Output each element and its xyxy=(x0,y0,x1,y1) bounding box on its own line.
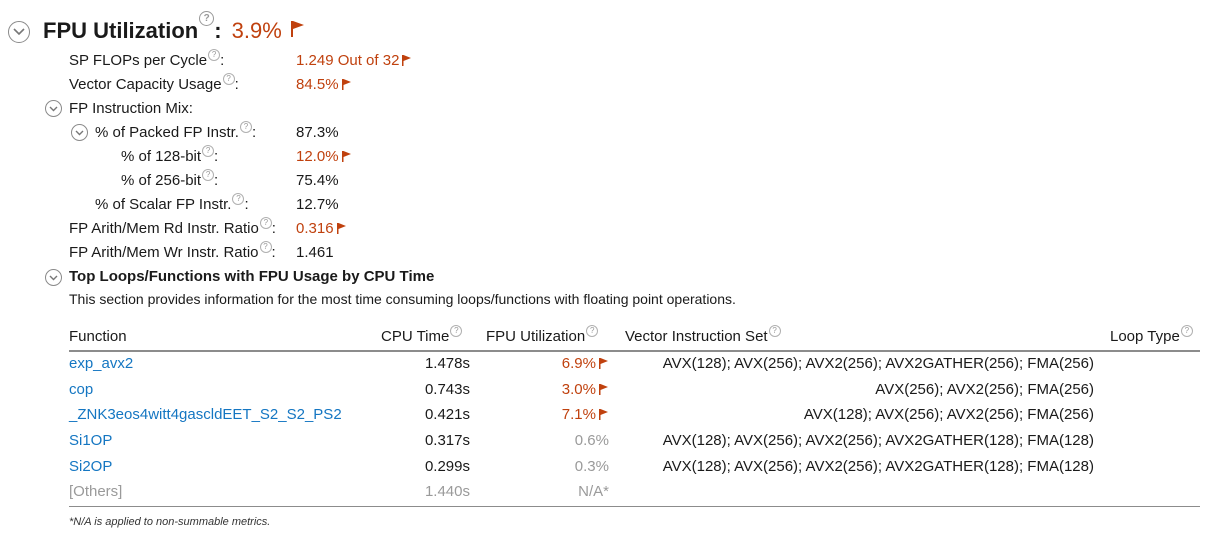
help-icon[interactable]: ? xyxy=(768,325,781,337)
flag-icon xyxy=(341,78,351,90)
cpu-time-cell: 0.421s xyxy=(424,406,470,423)
footer-divider xyxy=(69,506,1200,507)
cpu-time-cell: 0.299s xyxy=(424,458,470,475)
help-icon[interactable]: ? xyxy=(586,325,599,337)
col-header-vector-set[interactable]: Vector Instruction Set? xyxy=(625,325,781,347)
help-icon[interactable]: ? xyxy=(202,145,215,157)
ratio-rd-label: FP Arith/Mem Rd Instr. Ratio?: xyxy=(69,217,276,237)
fpu-utilization-value: 3.9% xyxy=(231,18,282,43)
flag-icon xyxy=(599,383,608,395)
function-link[interactable]: cop xyxy=(69,380,93,400)
chevron-up-icon xyxy=(49,275,58,280)
metric-sp-flops-label: SP FLOPs per Cycle?: xyxy=(69,49,225,69)
flag-icon xyxy=(599,408,608,420)
col-header-loop-type[interactable]: Loop Type? xyxy=(1110,325,1193,347)
ratio-wr-value: 1.461 xyxy=(296,244,334,261)
flag-icon xyxy=(336,222,346,234)
help-icon[interactable]: ? xyxy=(202,169,215,181)
cpu-time-cell: 0.743s xyxy=(424,381,470,398)
packed-fp-value: 87.3% xyxy=(296,124,339,141)
section-description: This section provides information for th… xyxy=(69,291,736,307)
collapse-packed-button[interactable] xyxy=(71,124,88,141)
cpu-time-cell: 0.317s xyxy=(424,432,470,449)
vector-set-cell: AVX(128); AVX(256); AVX2(256); AVX2GATHE… xyxy=(662,355,1094,372)
fpu-cell: 0.3% xyxy=(574,458,609,475)
chevron-up-icon xyxy=(49,106,58,111)
vector-set-cell: AVX(256); AVX2(256); FMA(256) xyxy=(875,381,1094,398)
col-header-cpu-time[interactable]: CPU Time? xyxy=(381,325,463,347)
function-link[interactable]: exp_avx2 xyxy=(69,354,133,374)
vector-set-cell: AVX(128); AVX(256); AVX2(256); FMA(256) xyxy=(803,406,1094,423)
others-label: [Others] xyxy=(69,483,123,500)
flag-icon xyxy=(599,357,608,369)
collapse-fp-mix-button[interactable] xyxy=(45,100,62,117)
fpu-cell: 3.0% xyxy=(562,380,608,400)
cpu-time-cell: 1.478s xyxy=(424,355,470,372)
help-icon[interactable]: ? xyxy=(259,241,272,253)
flag-icon xyxy=(290,21,304,38)
ratio-rd-value: 0.316 xyxy=(296,219,346,239)
chevron-up-icon xyxy=(13,28,25,36)
function-link[interactable]: _ZNK3eos4witt4gascldEET_S2_S2_PS2 xyxy=(69,405,342,425)
vector-set-cell: AVX(128); AVX(256); AVX2(256); AVX2GATHE… xyxy=(662,458,1094,475)
help-icon[interactable]: ? xyxy=(232,193,245,205)
ratio-wr-label: FP Arith/Mem Wr Instr. Ratio?: xyxy=(69,241,276,261)
bit128-label: % of 128-bit?: xyxy=(121,145,219,165)
scalar-fp-label: % of Scalar FP Instr.?: xyxy=(95,193,249,213)
help-icon[interactable]: ? xyxy=(259,217,272,229)
fpu-cell: 6.9% xyxy=(562,354,608,374)
page-title-colon: : xyxy=(214,18,222,43)
help-icon[interactable]: ? xyxy=(222,73,235,85)
packed-fp-label: % of Packed FP Instr.?: xyxy=(95,121,257,141)
metric-vector-capacity-label: Vector Capacity Usage?: xyxy=(69,73,239,93)
function-link[interactable]: Si1OP xyxy=(69,431,112,451)
fpu-cell: N/A* xyxy=(578,483,609,500)
help-icon[interactable]: ? xyxy=(199,11,215,26)
collapse-top-loops-button[interactable] xyxy=(45,269,62,286)
metric-vector-capacity-value: 84.5% xyxy=(296,75,351,95)
metric-sp-flops-value: 1.249 Out of 32 xyxy=(296,51,412,71)
vector-set-cell: AVX(128); AVX(256); AVX2(256); AVX2GATHE… xyxy=(662,432,1094,449)
bit128-value: 12.0% xyxy=(296,147,351,167)
help-icon[interactable]: ? xyxy=(208,49,221,61)
fpu-cell: 0.6% xyxy=(574,432,609,449)
flag-icon xyxy=(341,150,351,162)
function-link[interactable]: Si2OP xyxy=(69,457,112,477)
help-icon[interactable]: ? xyxy=(450,325,463,337)
fpu-cell: 7.1% xyxy=(562,405,608,425)
collapse-fpu-section-button[interactable] xyxy=(8,21,30,43)
section-title: Top Loops/Functions with FPU Usage by CP… xyxy=(69,268,435,285)
header-divider xyxy=(69,350,1200,352)
fp-mix-label: FP Instruction Mix: xyxy=(69,100,193,117)
help-icon[interactable]: ? xyxy=(1180,325,1193,337)
col-header-fpu-utilization[interactable]: FPU Utilization? xyxy=(486,325,599,347)
cpu-time-cell: 1.440s xyxy=(424,483,470,500)
col-header-function[interactable]: Function xyxy=(69,327,127,347)
bit256-label: % of 256-bit?: xyxy=(121,169,219,189)
help-icon[interactable]: ? xyxy=(239,121,252,133)
flag-icon xyxy=(402,54,412,66)
footnote: *N/A is applied to non-summable metrics. xyxy=(69,516,271,528)
page-title: FPU Utilization?: 3.9% xyxy=(43,11,306,45)
bit256-value: 75.4% xyxy=(296,172,339,189)
page-title-text: FPU Utilization xyxy=(43,18,199,43)
chevron-up-icon xyxy=(75,130,84,135)
scalar-fp-value: 12.7% xyxy=(296,196,339,213)
